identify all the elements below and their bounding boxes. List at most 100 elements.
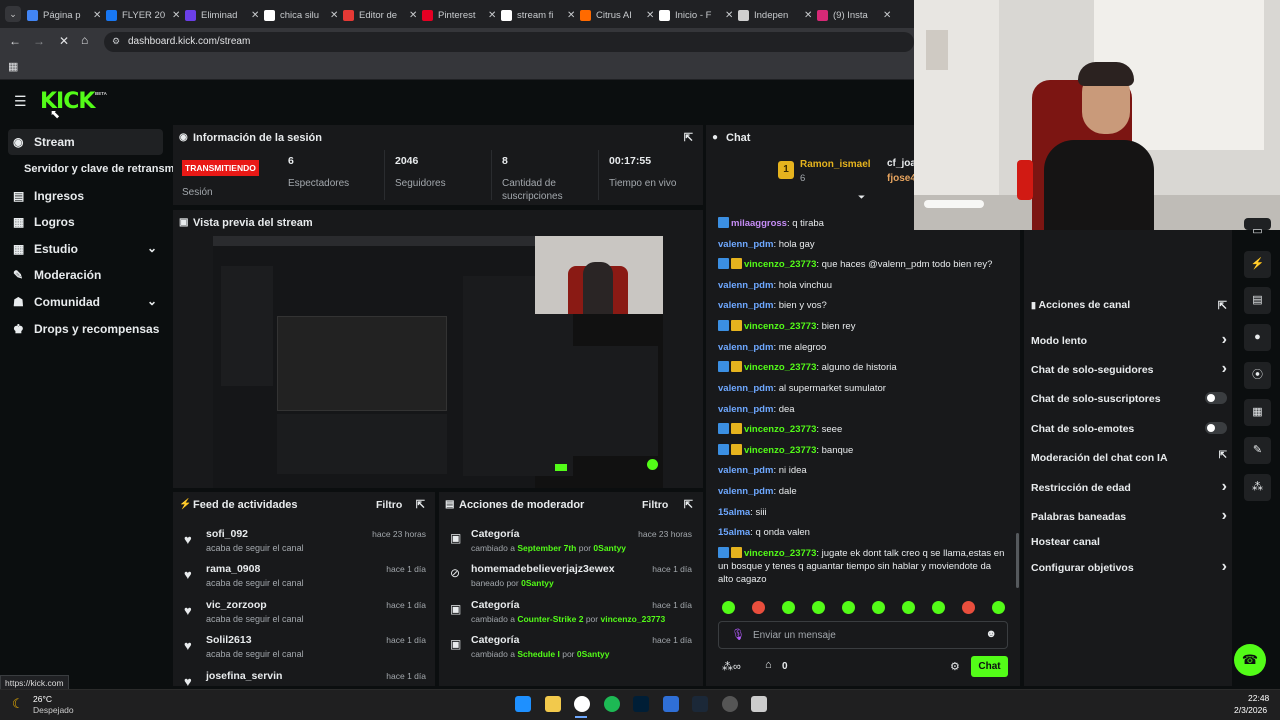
mod-action-title[interactable]: Categoría — [471, 634, 519, 646]
chat-settings-icon[interactable]: ⚙ — [950, 660, 960, 673]
chat-icon[interactable]: ● — [1244, 324, 1271, 351]
channel-action-palabras-baneadas[interactable]: Palabras baneadas › — [1031, 507, 1227, 524]
browser-tab[interactable]: chica silu ✕ — [264, 4, 338, 26]
chat-input[interactable]: 🎙 Enviar un mensaje ☻ — [718, 621, 1008, 649]
kick-logo[interactable]: KICK — [40, 89, 95, 114]
feed-username[interactable]: Solil2613 — [206, 634, 252, 646]
mod-expand-icon[interactable]: ⇱ — [684, 498, 693, 511]
sidebar-item-estudio[interactable]: ▦ Estudio ⌄ — [8, 236, 163, 262]
chevron-right-icon[interactable]: › — [1222, 507, 1227, 525]
chat-scrollbar[interactable] — [1016, 533, 1019, 588]
mod-detail-user[interactable]: vincenzo_23773 — [601, 614, 666, 624]
collapse-leaderboard-icon[interactable]: ⏷ — [858, 192, 865, 203]
back-icon[interactable]: ← — [9, 34, 21, 48]
channel-actions-expand-icon[interactable]: ⇱ — [1218, 299, 1227, 312]
sidebar-item-stream[interactable]: ◉ Stream — [8, 129, 163, 155]
send-chat-button[interactable]: Chat — [971, 656, 1008, 677]
obs-icon[interactable] — [721, 696, 738, 712]
emote-icon[interactable] — [932, 601, 945, 614]
chat-username[interactable]: valenn_pdm — [718, 404, 773, 415]
broadcast-icon[interactable]: ⦿ — [1244, 362, 1271, 389]
gift-icon[interactable]: ⌂ — [765, 659, 772, 671]
chevron-right-icon[interactable]: › — [1222, 331, 1227, 349]
site-info-icon[interactable]: ⚙ — [112, 36, 120, 47]
forward-icon[interactable]: → — [33, 34, 45, 48]
channel-action-configurar-objetivos[interactable]: Configurar objetivos › — [1031, 558, 1227, 575]
mod-detail-user[interactable]: 0Santyy — [521, 578, 554, 588]
feed-expand-icon[interactable]: ⇱ — [416, 498, 425, 511]
tab-close-icon[interactable]: ✕ — [409, 10, 417, 21]
browser-tab[interactable]: Página p ✕ — [27, 4, 101, 26]
users-icon[interactable]: ⁂ — [1244, 474, 1271, 501]
mod-action-title[interactable]: homemadebelieverjajz3ewex — [471, 563, 615, 575]
tab-close-icon[interactable]: ✕ — [251, 10, 259, 21]
leader-second-name[interactable]: cf_joa — [887, 158, 916, 169]
chat-username[interactable]: valenn_pdm — [718, 239, 773, 250]
browser-tab[interactable]: FLYER 20 ✕ — [106, 4, 180, 26]
leader-third-name[interactable]: fjose4 — [887, 173, 916, 184]
tab-close-icon[interactable]: ✕ — [725, 10, 733, 21]
channel-action-chat-de-solo-suscriptores[interactable]: Chat de solo-suscriptores — [1031, 392, 1227, 405]
browser-tab[interactable]: Pinterest ✕ — [422, 4, 496, 26]
mod-action-title[interactable]: Categoría — [471, 599, 519, 611]
browser-tab[interactable]: Indepen ✕ — [738, 4, 812, 26]
chrome-icon[interactable] — [574, 696, 590, 712]
chat-username[interactable]: valenn_pdm — [718, 342, 773, 353]
windows-start-icon[interactable] — [515, 696, 531, 712]
mod-action-title[interactable]: Categoría — [471, 528, 519, 540]
stop-loading-icon[interactable]: ✕ — [59, 34, 69, 48]
emote-icon[interactable] — [752, 601, 765, 614]
tab-close-icon[interactable]: ✕ — [804, 10, 812, 21]
chat-username[interactable]: valenn_pdm — [718, 280, 773, 291]
sidebar-item-drops[interactable]: ♚ Drops y recompensas — [8, 316, 163, 342]
browser-tab[interactable]: stream fi ✕ — [501, 4, 575, 26]
chat-username[interactable]: vincenzo_23773 — [744, 321, 816, 332]
emote-icon[interactable] — [782, 601, 795, 614]
emote-icon[interactable] — [812, 601, 825, 614]
sidebar-item-moderación[interactable]: ✎ Moderación — [8, 262, 163, 288]
expand-icon[interactable]: ⇱ — [684, 131, 693, 144]
tab-close-icon[interactable]: ✕ — [646, 10, 654, 21]
chat-username[interactable]: vincenzo_23773 — [744, 362, 816, 373]
steam-icon[interactable] — [692, 696, 708, 712]
feed-username[interactable]: vic_zorzoop — [206, 599, 267, 611]
browser-tab[interactable]: Inicio - F ✕ — [659, 4, 733, 26]
emoji-icon[interactable]: ☻ — [985, 628, 997, 640]
mod-detail-user[interactable]: 0Santyy — [577, 649, 610, 659]
channel-action-chat-de-solo-emotes[interactable]: Chat de solo-emotes — [1031, 422, 1227, 435]
mic-icon[interactable]: 🎙 — [731, 628, 745, 641]
chat-username[interactable]: valenn_pdm — [718, 486, 773, 497]
apps-grid-icon[interactable]: ▦ — [8, 60, 18, 73]
file-explorer-icon[interactable] — [544, 696, 561, 712]
chevron-down-icon[interactable]: ⌄ — [147, 241, 157, 255]
chat-username[interactable]: milaaggross — [731, 218, 787, 229]
mod-detail-target[interactable]: Schedule I — [517, 649, 560, 659]
sidebar-item-comunidad[interactable]: ☗ Comunidad ⌄ — [8, 289, 163, 315]
chat-username[interactable]: vincenzo_23773 — [744, 445, 816, 456]
toggle-switch[interactable] — [1205, 422, 1227, 434]
tab-close-icon[interactable]: ✕ — [567, 10, 575, 21]
photoshop-icon[interactable] — [633, 696, 649, 712]
emote-icon[interactable] — [722, 601, 735, 614]
chat-username[interactable]: valenn_pdm — [718, 383, 773, 394]
emote-icon[interactable] — [992, 601, 1005, 614]
settings-icon[interactable] — [751, 696, 767, 712]
browser-tab[interactable]: Editor de ✕ — [343, 4, 417, 26]
mod-detail-target[interactable]: September 7th — [517, 543, 576, 553]
clock-time[interactable]: 22:48 — [1248, 693, 1269, 703]
chat-username[interactable]: 15alma — [718, 527, 750, 538]
browser-tab[interactable]: Eliminad ✕ — [185, 4, 259, 26]
notes-icon[interactable]: ▤ — [1244, 287, 1271, 314]
tab-search-button[interactable]: ⌄ — [5, 6, 21, 22]
tab-close-icon[interactable]: ✕ — [883, 10, 891, 21]
home-icon[interactable]: ⌂ — [81, 33, 88, 47]
browser-tab[interactable]: (9) Insta ✕ — [817, 4, 891, 26]
chevron-right-icon[interactable]: › — [1222, 558, 1227, 576]
leader-name[interactable]: Ramon_ismael — [800, 159, 871, 170]
emote-icon[interactable] — [902, 601, 915, 614]
mod-filter-button[interactable]: Filtro — [642, 499, 668, 511]
channel-action-restricci-n-de-edad[interactable]: Restricción de edad › — [1031, 478, 1227, 495]
chat-username[interactable]: valenn_pdm — [718, 465, 773, 476]
channel-action-chat-de-solo-seguidores[interactable]: Chat de solo-seguidores › — [1031, 360, 1227, 377]
emote-icon[interactable] — [872, 601, 885, 614]
